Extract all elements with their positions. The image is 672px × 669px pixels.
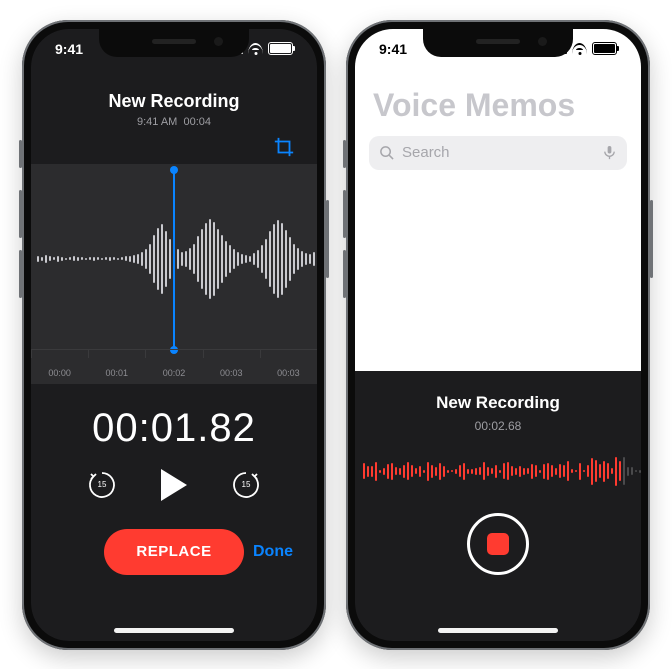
- done-button[interactable]: Done: [253, 543, 293, 561]
- play-button[interactable]: [161, 469, 187, 501]
- power-button: [326, 200, 329, 278]
- waveform-area[interactable]: 00:00 00:01 00:02 00:03 00:03: [31, 164, 317, 384]
- recording-title: New Recording: [31, 91, 317, 112]
- skip-back-button[interactable]: 15: [87, 470, 117, 500]
- elapsed-time: 00:01.82: [31, 406, 317, 451]
- home-indicator[interactable]: [114, 628, 234, 633]
- battery-icon: [268, 42, 293, 55]
- trim-icon[interactable]: [273, 136, 295, 158]
- mute-switch: [19, 140, 22, 168]
- battery-icon: [592, 42, 617, 55]
- skip-forward-button[interactable]: 15: [231, 470, 261, 500]
- recording-title: New Recording: [355, 393, 641, 413]
- playhead[interactable]: [173, 170, 175, 350]
- search-placeholder: Search: [402, 144, 450, 161]
- mute-switch: [343, 140, 346, 168]
- time-ruler: 00:00 00:01 00:02 00:03 00:03: [31, 349, 317, 384]
- power-button: [650, 200, 653, 278]
- status-time: 9:41: [379, 41, 407, 57]
- search-icon: [379, 145, 394, 160]
- volume-up: [19, 190, 22, 238]
- recording-meta: 9:41 AM 00:04: [31, 116, 317, 128]
- record-stop-button[interactable]: [467, 513, 529, 575]
- wifi-icon: [248, 43, 263, 54]
- phone-frame-right: 9:41 Voice Memos Search New Recording 00…: [346, 20, 650, 650]
- mic-icon[interactable]: [602, 145, 617, 160]
- volume-down: [19, 250, 22, 298]
- volume-up: [343, 190, 346, 238]
- replace-button[interactable]: REPLACE: [104, 529, 243, 575]
- phone-frame-left: 9:41 New Recording 9:41 AM 00:04: [22, 20, 326, 650]
- app-title: Voice Memos: [373, 87, 641, 124]
- home-indicator[interactable]: [438, 628, 558, 633]
- notch: [423, 29, 573, 57]
- recording-time: 00:02.68: [355, 419, 641, 433]
- wifi-icon: [572, 43, 587, 54]
- waveform-mini: [355, 449, 641, 493]
- search-field[interactable]: Search: [369, 136, 627, 170]
- volume-down: [343, 250, 346, 298]
- status-time: 9:41: [55, 41, 83, 57]
- notch: [99, 29, 249, 57]
- stop-icon: [487, 533, 509, 555]
